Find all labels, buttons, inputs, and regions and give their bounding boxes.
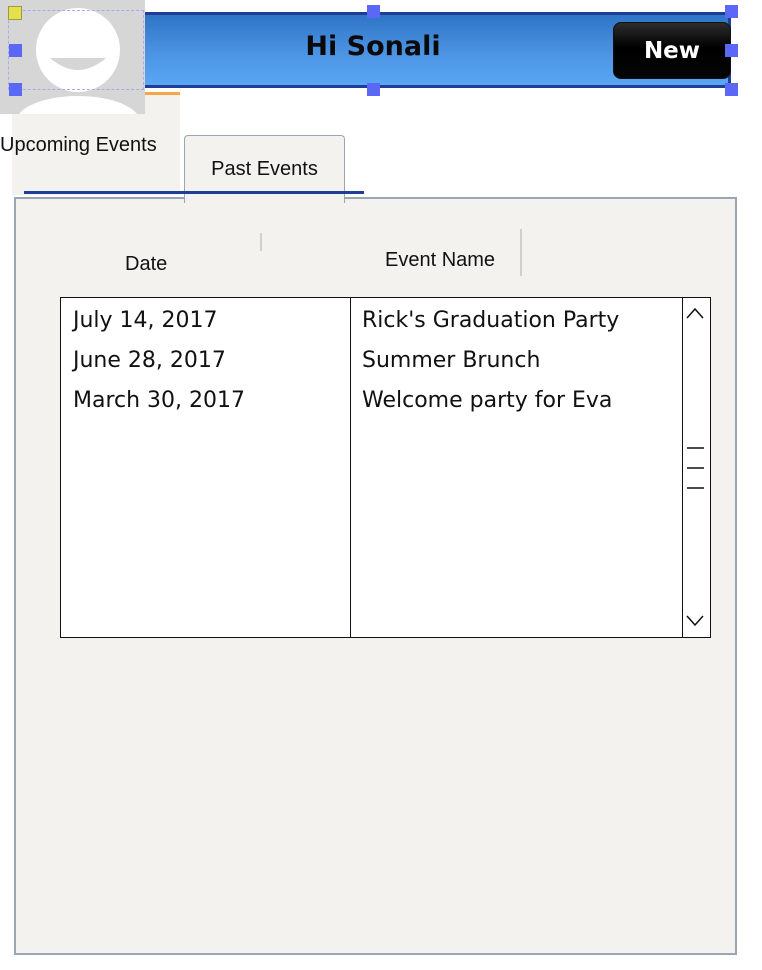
chevron-up-icon[interactable]	[686, 307, 704, 319]
tab-underline	[24, 191, 364, 194]
list-item-event[interactable]: Summer Brunch	[362, 348, 540, 373]
selection-corner-handle[interactable]	[8, 6, 22, 20]
selection-outline	[8, 10, 144, 90]
list-item-date[interactable]: June 28, 2017	[73, 348, 226, 373]
resize-handle[interactable]	[725, 83, 738, 96]
resize-handle[interactable]	[367, 5, 380, 18]
column-header-event-name: Event Name	[385, 249, 496, 271]
column-header-date: Date	[125, 253, 168, 275]
resize-handle[interactable]	[9, 44, 22, 57]
scroll-grip-icon[interactable]	[687, 447, 704, 489]
chevron-down-icon[interactable]	[686, 615, 704, 627]
event-list-scrollbar[interactable]	[682, 298, 709, 637]
resize-handle[interactable]	[9, 83, 22, 96]
list-item-event[interactable]: Welcome party for Eva	[362, 388, 612, 413]
column-separator	[520, 229, 522, 276]
column-separator	[260, 233, 262, 251]
resize-handle[interactable]	[725, 44, 738, 57]
new-event-button[interactable]: New	[613, 22, 731, 79]
resize-handle[interactable]	[367, 83, 380, 96]
list-item-event[interactable]: Rick's Graduation Party	[362, 308, 619, 333]
tab-upcoming-events-label[interactable]: Upcoming Events	[0, 134, 182, 157]
list-item-date[interactable]: July 14, 2017	[73, 308, 218, 333]
resize-handle[interactable]	[725, 5, 738, 18]
list-item-date[interactable]: March 30, 2017	[73, 388, 245, 413]
